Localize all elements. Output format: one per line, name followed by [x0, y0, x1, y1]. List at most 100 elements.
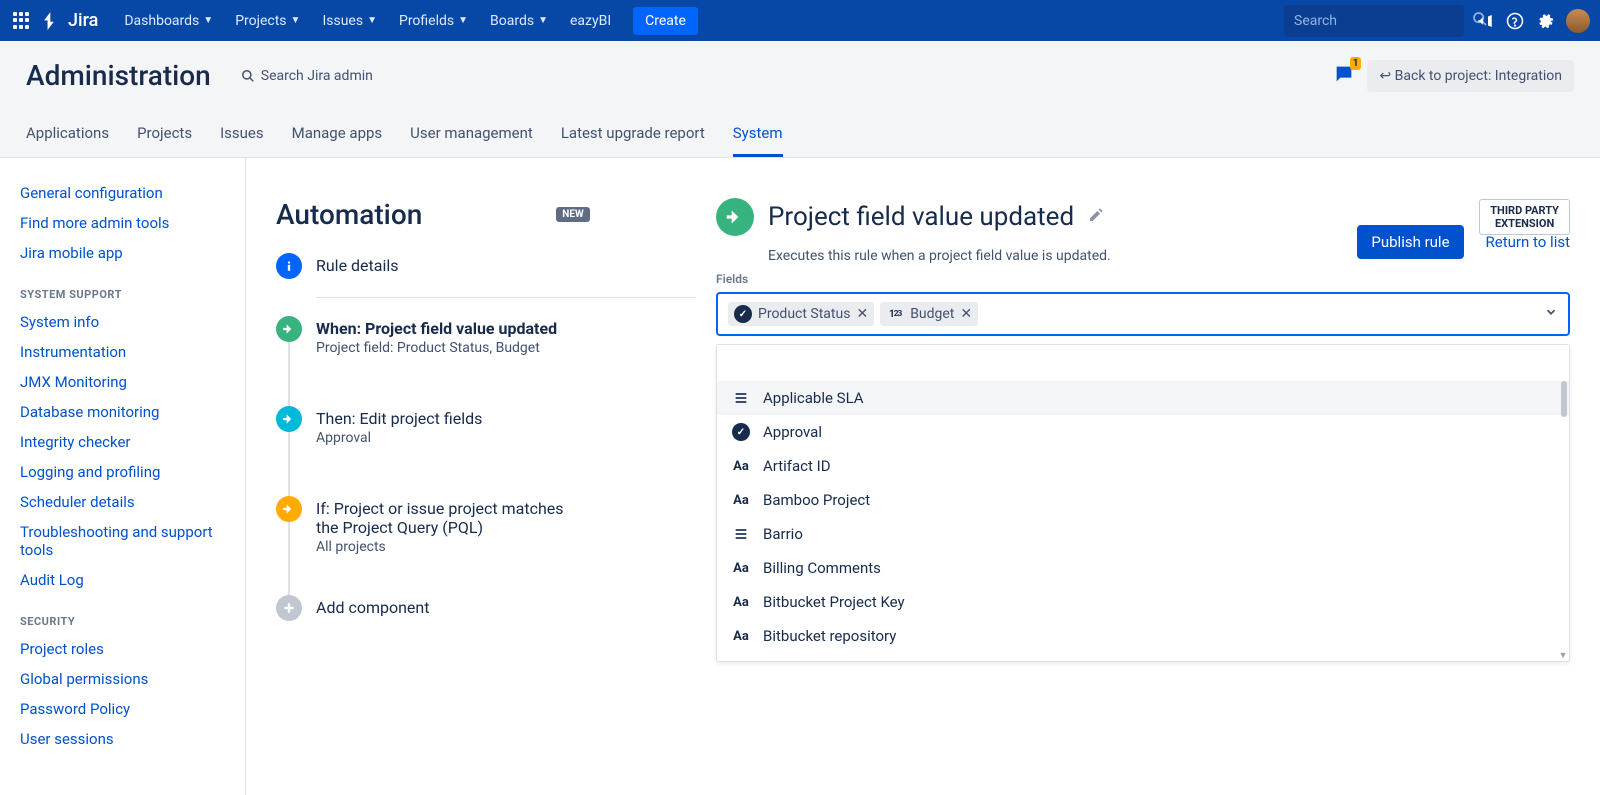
chip-remove-icon[interactable]: ✕	[856, 306, 868, 322]
admin-tabs: Applications Projects Issues Manage apps…	[26, 116, 1574, 157]
dropdown-option[interactable]: AaBamboo Project	[717, 483, 1569, 517]
gear-icon[interactable]	[1536, 12, 1554, 30]
nav-boards[interactable]: Boards▼	[480, 5, 558, 37]
dropdown-option-label: Applicable SLA	[763, 389, 864, 407]
tab-projects[interactable]: Projects	[137, 116, 192, 157]
sidebar-general-config[interactable]: General configuration	[20, 178, 225, 208]
chip-budget: 123 Budget ✕	[880, 302, 978, 326]
field-type-icon	[731, 390, 751, 406]
sidebar-jmx[interactable]: JMX Monitoring	[20, 367, 225, 397]
detail-title: Project field value updated	[768, 202, 1074, 232]
dropdown-option-label: Approval	[763, 423, 822, 441]
field-type-icon: Aa	[731, 561, 751, 576]
edit-icon[interactable]	[1088, 207, 1104, 227]
dropdown-option-label: Bitbucket repository	[763, 627, 896, 645]
sidebar-logging[interactable]: Logging and profiling	[20, 457, 225, 487]
global-search[interactable]	[1284, 5, 1464, 37]
dropdown-search-input[interactable]	[717, 345, 1569, 381]
tab-latest-upgrade[interactable]: Latest upgrade report	[561, 116, 705, 157]
field-type-icon: Aa	[731, 595, 751, 610]
dropdown-option[interactable]: Barrio	[717, 517, 1569, 551]
search-input[interactable]	[1294, 13, 1472, 29]
dropdown-option[interactable]: ✓Approval	[717, 415, 1569, 449]
dropdown-option[interactable]: ✓Budgeted	[717, 653, 1569, 661]
avatar[interactable]	[1566, 9, 1590, 33]
if-title: If: Project or issue project matches the…	[316, 499, 576, 537]
sidebar-global-perms[interactable]: Global permissions	[20, 664, 225, 694]
add-component-label: Add component	[316, 598, 429, 617]
chevron-down-icon: ▼	[458, 15, 468, 26]
nav-issues[interactable]: Issues▼	[312, 5, 387, 37]
megaphone-icon[interactable]	[1476, 12, 1494, 30]
sidebar-instrumentation[interactable]: Instrumentation	[20, 337, 225, 367]
check-icon: ✓	[734, 305, 752, 323]
nav-projects[interactable]: Projects▼	[225, 5, 310, 37]
nav-eazybi[interactable]: eazyBI	[560, 5, 621, 37]
sidebar-jira-mobile[interactable]: Jira mobile app	[20, 238, 225, 268]
nav-items: Dashboards▼ Projects▼ Issues▼ Profields▼…	[114, 5, 698, 37]
tab-manage-apps[interactable]: Manage apps	[292, 116, 383, 157]
chevron-down-icon[interactable]	[1544, 305, 1558, 323]
rule-details-label: Rule details	[316, 256, 399, 275]
sidebar-db-monitoring[interactable]: Database monitoring	[20, 397, 225, 427]
admin-search-label: Search Jira admin	[261, 68, 373, 84]
nav-dashboards[interactable]: Dashboards▼	[114, 5, 223, 37]
sidebar-user-sessions[interactable]: User sessions	[20, 724, 225, 754]
dropdown-option[interactable]: Applicable SLA	[717, 381, 1569, 415]
field-type-icon: Aa	[731, 459, 751, 474]
publish-rule-button[interactable]: Publish rule	[1357, 225, 1463, 259]
nav-profields[interactable]: Profields▼	[389, 5, 478, 37]
apps-icon[interactable]	[10, 9, 34, 33]
tab-applications[interactable]: Applications	[26, 116, 109, 157]
when-icon	[276, 316, 302, 342]
sidebar-system-info[interactable]: System info	[20, 307, 225, 337]
if-block[interactable]: If: Project or issue project matches the…	[276, 496, 696, 555]
dropdown-option-label: Billing Comments	[763, 559, 881, 577]
chevron-down-icon: ▼	[291, 15, 301, 26]
help-icon[interactable]	[1506, 12, 1524, 30]
when-block[interactable]: When: Project field value updated Projec…	[276, 316, 696, 356]
dropdown-option-label: Bitbucket Project Key	[763, 593, 905, 611]
dropdown-option[interactable]: Aa Artifact ID	[717, 449, 1569, 483]
connector-line	[288, 432, 290, 498]
feedback-badge: 1	[1350, 57, 1362, 70]
return-to-list-link[interactable]: Return to list	[1486, 233, 1570, 251]
feedback-icon[interactable]: 1	[1333, 63, 1355, 89]
sidebar-find-admin-tools[interactable]: Find more admin tools	[20, 208, 225, 238]
scrollbar[interactable]	[1561, 381, 1567, 417]
then-subtitle: Approval	[316, 430, 482, 446]
top-navbar: Jira Dashboards▼ Projects▼ Issues▼ Profi…	[0, 0, 1600, 41]
sidebar-scheduler[interactable]: Scheduler details	[20, 487, 225, 517]
rule-details-block[interactable]: Rule details	[276, 253, 696, 279]
dropdown-list: Applicable SLA✓ApprovalAaArtifact IDAaBa…	[717, 381, 1569, 661]
chip-remove-icon[interactable]: ✕	[960, 306, 972, 322]
fields-dropdown: Applicable SLA✓ApprovalAaArtifact IDAaBa…	[716, 344, 1570, 662]
dropdown-option[interactable]: AaBitbucket repository	[717, 619, 1569, 653]
tab-issues[interactable]: Issues	[220, 116, 264, 157]
dropdown-option[interactable]: Aa Billing Comments	[717, 551, 1569, 585]
dropdown-option-label: Bamboo Project	[763, 491, 870, 509]
create-button[interactable]: Create	[633, 7, 698, 35]
sidebar-integrity[interactable]: Integrity checker	[20, 427, 225, 457]
back-to-project-button[interactable]: ↩ Back to project: Integration	[1367, 60, 1574, 92]
sidebar-troubleshooting[interactable]: Troubleshooting and support tools	[20, 517, 225, 565]
jira-logo-text: Jira	[68, 10, 98, 31]
sidebar-audit-log[interactable]: Audit Log	[20, 565, 225, 595]
sidebar-project-roles[interactable]: Project roles	[20, 634, 225, 664]
if-subtitle: All projects	[316, 539, 576, 555]
tab-user-management[interactable]: User management	[410, 116, 533, 157]
admin-search[interactable]: Search Jira admin	[241, 68, 373, 84]
jira-logo[interactable]: Jira	[40, 10, 98, 32]
then-block[interactable]: Then: Edit project fields Approval	[276, 406, 696, 446]
when-subtitle: Project field: Product Status, Budget	[316, 340, 557, 356]
if-icon	[276, 496, 302, 522]
new-badge: NEW	[556, 207, 589, 222]
dropdown-option[interactable]: Aa Bitbucket Project Key	[717, 585, 1569, 619]
sidebar-password-policy[interactable]: Password Policy	[20, 694, 225, 724]
scroll-down-icon[interactable]: ▼	[1559, 651, 1567, 659]
add-component-block[interactable]: Add component	[276, 595, 696, 621]
fields-multiselect[interactable]: ✓ Product Status ✕ 123 Budget ✕	[716, 292, 1570, 336]
detail-column: Project field value updated THIRD PARTYE…	[696, 198, 1570, 795]
tab-system[interactable]: System	[733, 116, 783, 157]
dropdown-option-label: Artifact ID	[763, 457, 831, 475]
